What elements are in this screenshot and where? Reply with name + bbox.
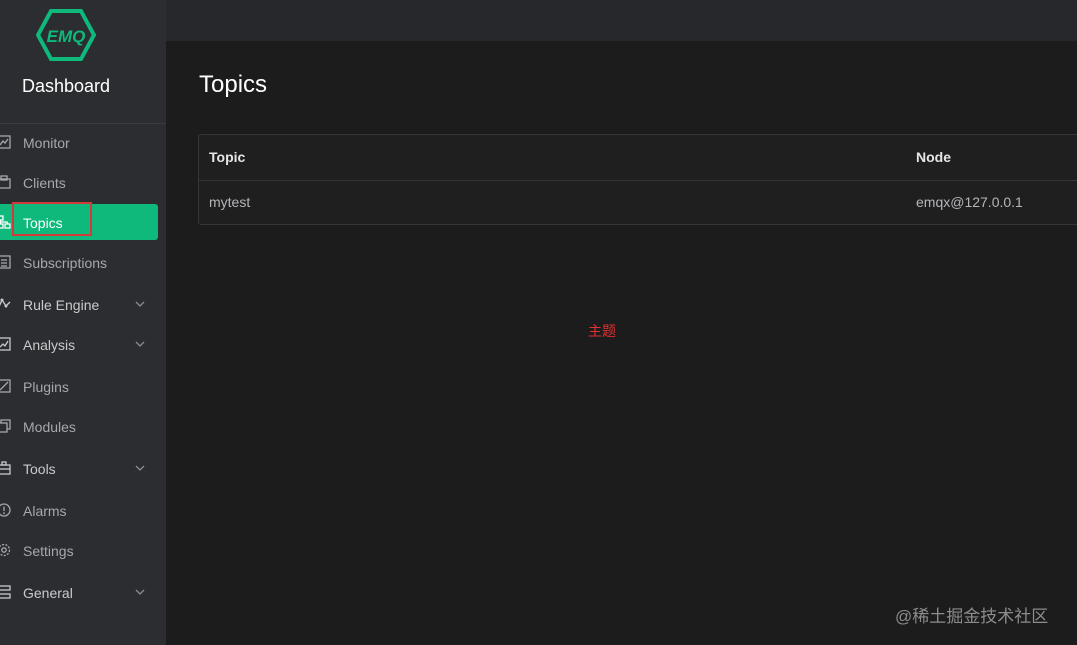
general-icon (0, 585, 11, 599)
monitor-icon (0, 135, 11, 149)
sidebar-item-tools[interactable]: Tools (0, 450, 166, 486)
topics-icon (0, 215, 11, 229)
subscriptions-icon (0, 255, 11, 269)
sidebar-item-alarms[interactable]: Alarms (0, 492, 166, 528)
sidebar-item-rule-engine[interactable]: Rule Engine (0, 286, 166, 322)
column-header-topic[interactable]: Topic (209, 149, 245, 165)
table-header: Topic Node (199, 135, 1077, 181)
sidebar-item-label: General (23, 585, 73, 601)
tools-icon (0, 461, 11, 475)
topics-table: Topic Node mytest emqx@127.0.0.1 (198, 134, 1077, 225)
topic-cell: mytest (209, 194, 251, 210)
svg-text:EMQ: EMQ (47, 27, 86, 46)
table-row[interactable]: mytest emqx@127.0.0.1 (199, 181, 1077, 224)
sidebar-item-label: Settings (23, 543, 74, 559)
top-header-bar (166, 0, 1077, 41)
analysis-icon (0, 337, 11, 351)
main-content: Topics Topic Node mytest emqx@127.0.0.1 (166, 41, 1077, 645)
sidebar-item-label: Tools (23, 461, 56, 477)
rule-engine-icon (0, 298, 11, 308)
emq-logo[interactable]: EMQ (36, 9, 96, 61)
column-header-node[interactable]: Node (916, 149, 951, 165)
chevron-down-icon (135, 465, 145, 471)
settings-icon (0, 543, 11, 557)
sidebar-item-topics[interactable]: Topics (0, 204, 158, 240)
sidebar-item-label: Alarms (23, 503, 67, 519)
sidebar-item-label: Monitor (23, 135, 70, 151)
sidebar-item-monitor[interactable]: Monitor (0, 124, 166, 160)
page-title: Topics (199, 71, 268, 98)
sidebar-item-clients[interactable]: Clients (0, 164, 166, 200)
sidebar-item-label: Plugins (23, 379, 69, 395)
alarms-icon (0, 503, 11, 517)
sidebar-item-label: Clients (23, 175, 66, 191)
annotation-label: 主题 (588, 323, 616, 339)
sidebar-item-label: Analysis (23, 337, 76, 353)
sidebar: EMQ Dashboard Monitor Clients Topics Sub… (0, 0, 166, 645)
sidebar-item-general[interactable]: General (0, 574, 166, 610)
sidebar-item-analysis[interactable]: Analysis (0, 326, 166, 362)
sidebar-item-label: Topics (23, 215, 63, 231)
plugins-icon (0, 379, 11, 393)
sidebar-item-label: Rule Engine (23, 297, 100, 313)
sidebar-item-subscriptions[interactable]: Subscriptions (0, 244, 166, 280)
chevron-down-icon (135, 301, 145, 307)
sidebar-item-plugins[interactable]: Plugins (0, 368, 166, 404)
node-cell: emqx@127.0.0.1 (916, 194, 1023, 210)
chevron-down-icon (135, 589, 145, 595)
sidebar-item-label: Modules (23, 419, 76, 435)
watermark: @稀土掘金技术社区 (895, 607, 1049, 626)
chevron-down-icon (135, 341, 145, 347)
sidebar-item-settings[interactable]: Settings (0, 532, 166, 568)
brand-title: Dashboard (21, 76, 111, 96)
logo-area: EMQ Dashboard (0, 0, 166, 124)
modules-icon (0, 419, 11, 433)
sidebar-item-label: Subscriptions (23, 255, 108, 271)
clients-icon (0, 175, 11, 189)
sidebar-item-modules[interactable]: Modules (0, 408, 166, 444)
